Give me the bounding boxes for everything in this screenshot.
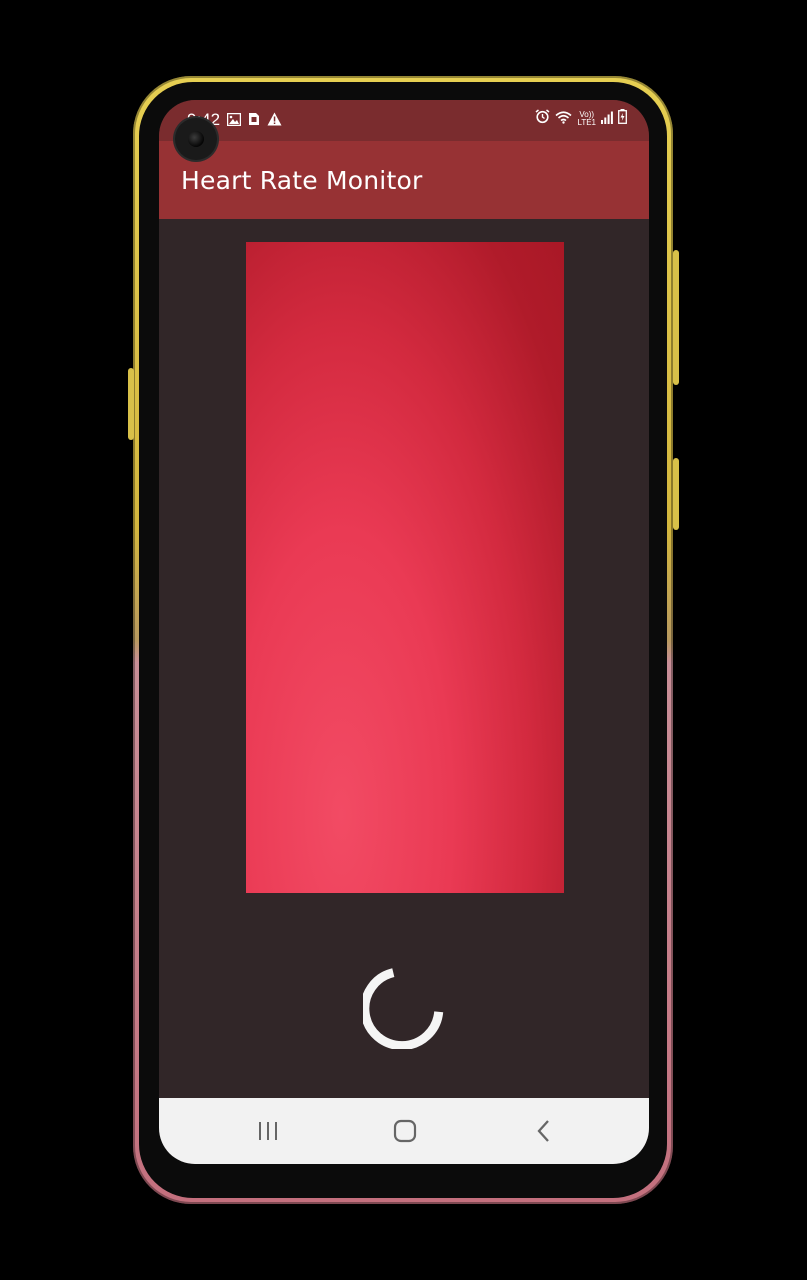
- home-button[interactable]: [390, 1116, 420, 1146]
- app-bar: Heart Rate Monitor: [159, 141, 649, 219]
- back-icon: [537, 1120, 549, 1142]
- warning-icon: [267, 111, 282, 130]
- navigation-bar: [159, 1098, 649, 1164]
- home-icon: [393, 1119, 417, 1143]
- front-camera: [175, 118, 217, 160]
- back-button[interactable]: [529, 1116, 559, 1146]
- signal-icon: [601, 109, 613, 128]
- wifi-icon: [555, 109, 572, 128]
- notification-icons: [226, 111, 282, 130]
- loading-spinner: [363, 968, 444, 1049]
- volte-icon: Vo)) LTE1: [577, 110, 596, 127]
- system-icons: Vo)) LTE1: [535, 109, 627, 128]
- sim-card-icon: [248, 111, 260, 130]
- battery-charging-icon: [618, 109, 627, 128]
- recents-button[interactable]: [253, 1116, 283, 1146]
- screen: 9:42 Vo)): [159, 100, 649, 1164]
- alarm-icon: [535, 109, 550, 128]
- image-icon: [226, 111, 242, 130]
- status-bar: 9:42 Vo)): [159, 100, 649, 141]
- device-stage: 9:42 Vo)): [0, 0, 807, 1280]
- camera-preview: [246, 242, 564, 893]
- bixby-button: [128, 368, 134, 440]
- volume-button: [673, 250, 679, 385]
- power-button: [673, 458, 679, 530]
- recents-icon: [259, 1122, 277, 1140]
- lte-label: LTE1: [577, 117, 596, 127]
- camera-lens: [188, 131, 204, 147]
- app-title: Heart Rate Monitor: [181, 166, 423, 195]
